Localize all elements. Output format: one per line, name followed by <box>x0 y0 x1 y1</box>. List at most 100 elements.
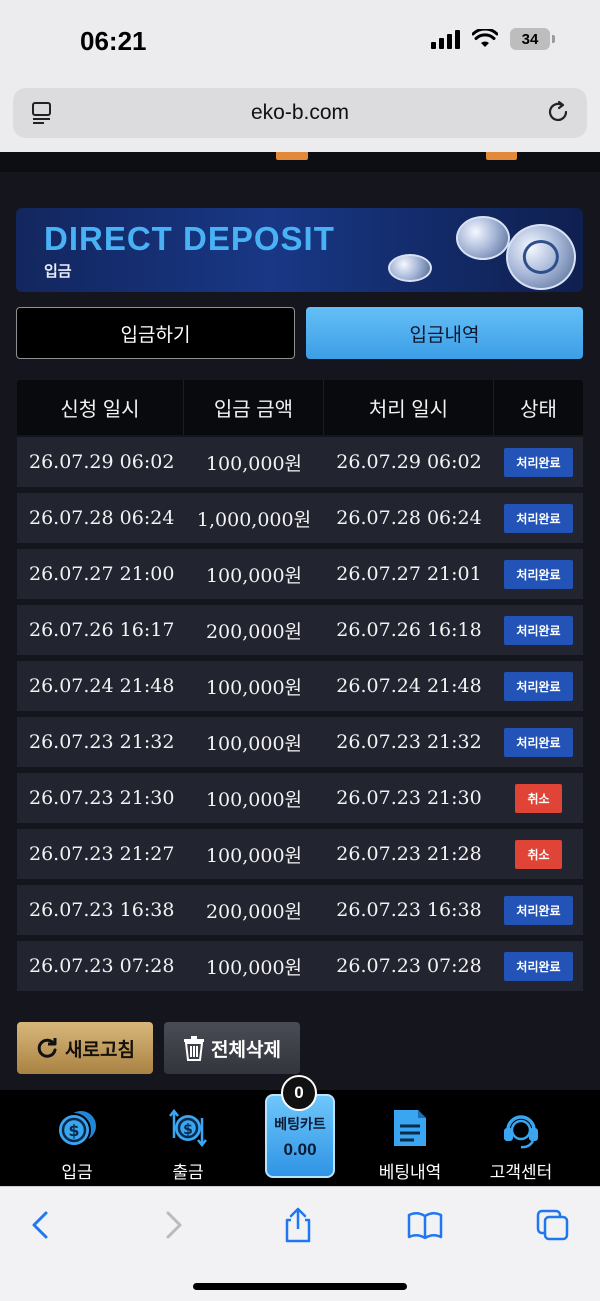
table-row: 26.07.28 06:24 1,000,000원 26.07.28 06:24 처리… <box>17 493 583 543</box>
status-cell: 취소 <box>494 829 583 879</box>
url-bar[interactable]: eko-b.com <box>13 88 587 138</box>
status-cell: 처리완료 <box>494 549 583 599</box>
processed-time-cell: 26.07.28 06:24 <box>336 507 482 529</box>
trash-icon <box>184 1036 205 1061</box>
processed-time-cell: 26.07.26 16:18 <box>336 619 482 641</box>
processed-time-cell: 26.07.23 21:28 <box>336 843 482 865</box>
request-time-cell: 26.07.23 21:27 <box>29 843 175 865</box>
forward-icon[interactable] <box>152 1207 192 1243</box>
status-badge: 취소 <box>515 783 562 813</box>
cart-count-badge: 0 <box>281 1075 317 1111</box>
processed-time-cell: 26.07.23 21:32 <box>336 731 482 753</box>
share-icon[interactable] <box>278 1207 318 1243</box>
action-buttons: 새로고침 전체삭제 <box>17 1022 300 1074</box>
amount-cell: 100,000원 <box>205 844 303 867</box>
status-badge: 처리완료 <box>504 559 573 589</box>
table-row: 26.07.23 16:38 200,000원 26.07.23 16:38 처리완료 <box>17 885 583 935</box>
header-request-time: 신청 일시 <box>17 380 184 435</box>
request-time-cell: 26.07.26 16:17 <box>29 619 175 641</box>
amount-cell: 100,000원 <box>205 788 303 811</box>
amount-cell: 100,000원 <box>205 452 303 475</box>
deposit-panel: DIRECT DEPOSIT 입금 입금하기 입금내역 신청 일시 입금 금액 … <box>0 172 600 1090</box>
bookmarks-icon[interactable] <box>405 1207 445 1243</box>
request-time-cell: 26.07.23 16:38 <box>29 899 175 921</box>
nav-support[interactable]: 고객센터 <box>466 1090 576 1186</box>
page-content: ▔▔▔▔ ▔▔▔▔▔ ▔▔▔▔▔ DIRECT DEPOSIT 입금 입금하기 … <box>0 152 600 1090</box>
cart-label: 베팅카트 <box>274 1116 326 1132</box>
request-time-cell: 26.07.23 07:28 <box>29 955 175 977</box>
nav-deposit[interactable]: $ 입금 <box>22 1090 132 1186</box>
status-icons: 34 <box>431 28 555 50</box>
nav-withdraw-label: 출금 <box>172 1163 204 1182</box>
receipt-icon <box>394 1110 426 1146</box>
status-badge: 처리완료 <box>504 895 573 925</box>
reload-icon[interactable] <box>545 99 571 125</box>
back-icon[interactable] <box>22 1207 62 1243</box>
table-row: 26.07.23 21:30 100,000원 26.07.23 21:30 취소 <box>17 773 583 823</box>
url-text[interactable]: eko-b.com <box>251 101 349 125</box>
status-badge: 처리완료 <box>504 727 573 757</box>
nav-withdraw[interactable]: $ 출금 <box>133 1090 243 1186</box>
status-badge: 처리완료 <box>504 447 573 477</box>
coin-icon <box>506 224 576 290</box>
amount-cell: 1,000,000원 <box>196 508 312 531</box>
status-cell: 처리완료 <box>494 661 583 711</box>
nav-support-label: 고객센터 <box>489 1163 553 1182</box>
status-badge: 처리완료 <box>504 503 573 533</box>
tab-deposit-history[interactable]: 입금내역 <box>306 307 583 359</box>
processed-time-cell: 26.07.27 21:01 <box>336 563 482 585</box>
status-cell: 처리완료 <box>494 717 583 767</box>
tabs-icon[interactable] <box>533 1207 573 1243</box>
battery-level: 34 <box>521 30 539 48</box>
nav-bet-history[interactable]: 베팅내역 <box>355 1090 465 1186</box>
withdraw-icon: $ <box>169 1108 207 1148</box>
cellular-signal-icon <box>431 29 460 49</box>
amount-cell: 200,000원 <box>205 620 303 643</box>
headset-icon <box>504 1115 538 1149</box>
table-row: 26.07.23 21:32 100,000원 26.07.23 21:32 처리완료 <box>17 717 583 767</box>
request-time-cell: 26.07.24 21:48 <box>29 675 175 697</box>
tab-deposit[interactable]: 입금하기 <box>16 307 295 359</box>
status-cell: 처리완료 <box>494 605 583 655</box>
status-cell: 처리완료 <box>494 493 583 543</box>
svg-text:$: $ <box>183 1122 193 1138</box>
table-row: 26.07.27 21:00 100,000원 26.07.27 21:01 처리완료 <box>17 549 583 599</box>
browser-chrome: 06:21 34 eko-b.com <box>0 0 600 152</box>
status-time: 06:21 <box>80 26 147 56</box>
banner-subtitle: 입금 <box>44 263 72 280</box>
amount-cell: 100,000원 <box>205 564 303 587</box>
clipped-text: ▔▔▔▔▔ <box>249 152 323 162</box>
deposit-history-table: 신청 일시 입금 금액 처리 일시 상태 26.07.29 06:02 100,0… <box>17 380 583 991</box>
processed-time-cell: 26.07.29 06:02 <box>336 451 482 473</box>
document-icon[interactable] <box>31 101 53 125</box>
header-status: 상태 <box>520 399 557 421</box>
processed-time-cell: 26.07.23 21:30 <box>336 787 482 809</box>
status-badge: 처리완료 <box>504 951 573 981</box>
banner-title: DIRECT DEPOSIT <box>44 220 335 257</box>
coin-icon <box>456 216 510 260</box>
request-time-cell: 26.07.27 21:00 <box>29 563 175 585</box>
header-amount: 입금 금액 <box>184 380 324 435</box>
status-badge: 처리완료 <box>504 615 573 645</box>
table-row: 26.07.23 07:28 100,000원 26.07.23 07:28 처리완료 <box>17 941 583 991</box>
status-cell: 처리완료 <box>494 885 583 935</box>
clipped-text: ▔▔▔▔▔ <box>459 152 532 162</box>
refresh-button[interactable]: 새로고침 <box>17 1022 153 1074</box>
status-cell: 처리완료 <box>494 437 583 487</box>
table-row: 26.07.29 06:02 100,000원 26.07.29 06:02 처리완료 <box>17 437 583 487</box>
coin-emblem <box>522 239 560 275</box>
status-badge: 처리완료 <box>504 671 573 701</box>
home-indicator <box>193 1283 407 1290</box>
svg-text:$: $ <box>68 1121 79 1140</box>
amount-cell: 100,000원 <box>205 732 303 755</box>
nav-bet-history-label: 베팅내역 <box>378 1163 442 1182</box>
delete-all-button[interactable]: 전체삭제 <box>164 1022 300 1074</box>
processed-time-cell: 26.07.24 21:48 <box>336 675 482 697</box>
nav-deposit-label: 입금 <box>61 1163 93 1182</box>
dollar-coin-icon: $ <box>57 1111 96 1147</box>
header-processed-time: 처리 일시 <box>324 380 494 435</box>
clipped-text: ▔▔▔▔ <box>68 152 114 162</box>
amount-cell: 100,000원 <box>205 676 303 699</box>
status-cell: 취소 <box>494 773 583 823</box>
status-cell: 처리완료 <box>494 941 583 991</box>
